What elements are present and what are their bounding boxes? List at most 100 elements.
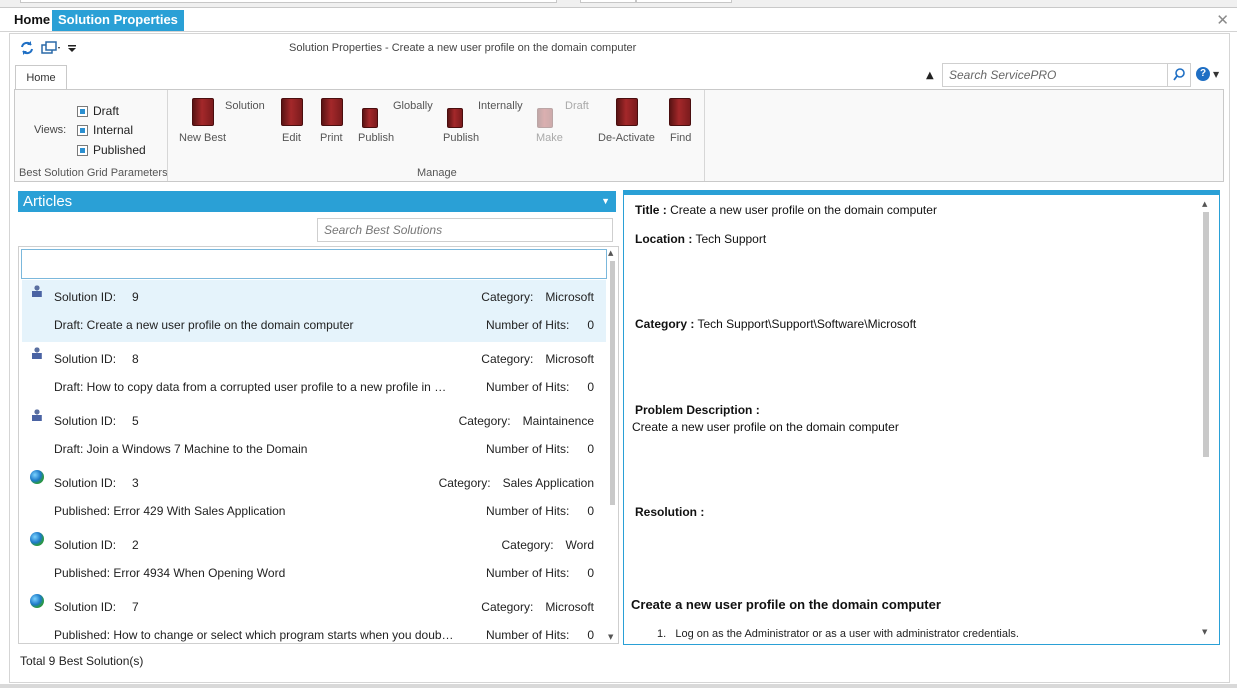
view-published-checkbox[interactable]: Published [77,143,146,157]
scrollbar-thumb[interactable] [1203,212,1209,457]
views-label: Views: [34,124,67,136]
detail-problem-value: Create a new user profile on the domain … [632,420,899,434]
solution-title: Published: Error 4934 When Opening Word [54,566,286,580]
view-published-label: Published [93,143,146,157]
help-icon[interactable]: ? [1196,67,1210,81]
hits-label: Number of Hits: [485,380,570,394]
customize-toolbar-icon[interactable] [67,42,77,56]
close-icon[interactable]: ✕ [1216,11,1229,29]
collapse-ribbon-icon[interactable]: ▲ [926,70,934,81]
scroll-down-icon[interactable]: ▼ [608,633,613,641]
list-item[interactable]: Solution ID: 9 Category: Microsoft Draft:… [22,280,606,342]
solution-id-label: Solution ID: [54,414,117,428]
search-button[interactable] [1168,63,1191,87]
category-value: Sales Application [502,476,594,490]
detail-panel: Title : Create a new user profile on the… [623,195,1220,645]
scroll-down-icon[interactable]: ▼ [1202,628,1207,636]
solution-title: Draft: Create a new user profile on the … [54,318,354,332]
category-label: Category: [481,290,534,304]
user-icon [30,346,44,360]
print-book-icon [321,98,343,126]
hits-value: 0 [587,442,594,456]
publish-globally-button[interactable] [358,108,382,132]
group-label-manage: Manage [417,167,457,179]
windows-icon[interactable] [41,40,61,58]
step-text: Log on as the Administrator or as a user… [675,628,1019,640]
hits-label: Number of Hits: [485,628,570,642]
search-icon [1173,68,1185,81]
refresh-icon[interactable] [19,40,35,59]
detail-category-label: Category : [635,317,695,331]
category-value: Microsoft [545,600,594,614]
category-value: Word [565,538,594,552]
tab-solution-properties[interactable]: Solution Properties [52,10,184,31]
scrollbar-thumb[interactable] [610,261,615,505]
hits-label: Number of Hits: [485,442,570,456]
solution-id-value: 3 [132,476,139,490]
hits-value: 0 [587,318,594,332]
tab-bar: Home Solution Properties ✕ [0,8,1237,32]
globe-icon [30,470,44,484]
quick-access-toolbar [19,40,77,58]
solution-title: Draft: How to copy data from a corrupted… [54,380,454,394]
hits-value: 0 [587,504,594,518]
checkbox-icon [77,124,88,136]
solution-id-label: Solution ID: [54,600,117,614]
list-item[interactable]: Solution ID: 3 Category: Sales Applicatio… [22,466,606,528]
user-icon [30,408,44,422]
resolution-heading: Create a new user profile on the domain … [631,597,941,612]
scroll-up-icon[interactable]: ▲ [1202,200,1207,208]
category-value: Microsoft [545,352,594,366]
publish-internally-button[interactable] [443,108,467,132]
solution-title: Published: Error 429 With Sales Applicat… [54,504,286,518]
search-input[interactable]: Search ServicePRO [942,63,1168,87]
view-draft-checkbox[interactable]: Draft [77,104,119,118]
detail-resolution-label: Resolution : [635,505,705,519]
checkbox-icon [77,105,88,117]
find-label: Find [670,132,692,144]
scroll-up-icon[interactable]: ▲ [608,249,613,257]
chevron-down-icon[interactable]: ▼ [601,191,610,212]
list-item[interactable]: Solution ID: 2 Category: Word Published: … [22,528,606,590]
view-internal-checkbox[interactable]: Internal [77,123,133,137]
edit-label: Edit [282,132,301,144]
detail-location-label: Location : [635,232,693,246]
solution-id-value: 5 [132,414,139,428]
solution-title: Published: How to change or select which… [54,628,454,642]
list-item[interactable]: Solution ID: 7 Category: Microsoft Publis… [22,590,606,644]
articles-header[interactable]: Articles ▼ [18,191,616,212]
category-value: Maintainence [522,414,594,428]
articles-title: Articles [23,193,73,210]
solution-id-value: 8 [132,352,139,366]
top-strip-segment [20,0,557,3]
category-label: Category: [481,600,534,614]
ribbon: Views: Draft Internal Published Best Sol… [14,89,1224,182]
articles-scrollbar[interactable]: ▲ ▼ [607,249,618,642]
publish-globally-label: Publish [358,132,395,144]
view-draft-label: Draft [93,104,120,118]
bottom-strip [0,684,1237,688]
category-label: Category: [458,414,511,428]
group-separator [167,90,168,181]
ribbon-tab-home[interactable]: Home [15,65,67,90]
user-icon [30,284,44,298]
category-value: Microsoft [545,290,594,304]
category-label: Category: [481,352,534,366]
filter-row-input[interactable] [21,249,607,279]
globe-book-icon [362,108,378,128]
best-solutions-search-input[interactable]: Search Best Solutions [317,218,613,242]
publish-globally-top-label: Globally [393,100,433,112]
list-item[interactable]: Solution ID: 8 Category: Microsoft Draft:… [22,342,606,404]
list-item[interactable]: Solution ID: 5 Category: Maintainence Dra… [22,404,606,466]
deactivate-book-icon [616,98,638,126]
book-icon [192,98,214,126]
tab-home[interactable]: Home [8,10,56,31]
detail-scrollbar[interactable]: ▲ ▼ [1200,200,1212,642]
solution-id-value: 9 [132,290,139,304]
publish-internally-top-label: Internally [478,100,523,112]
hits-value: 0 [587,628,594,642]
top-strip-segment [580,0,636,3]
detail-problem-label: Problem Description : [635,403,760,417]
new-best-top-label: Solution [225,100,265,112]
help-dropdown-icon[interactable]: ▼ [1213,70,1219,79]
